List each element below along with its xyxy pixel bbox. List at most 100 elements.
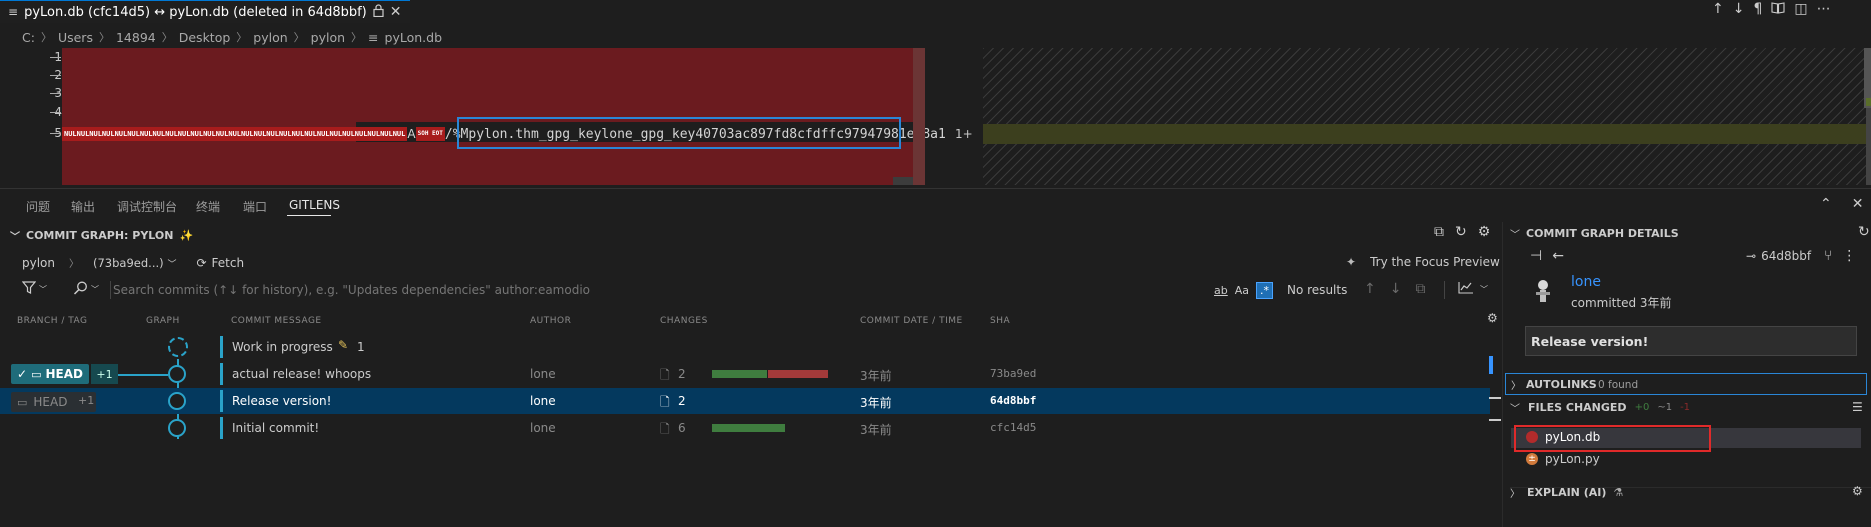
chevron-up-icon[interactable]: ⌃ bbox=[1820, 196, 1832, 212]
show-whitespace-icon[interactable]: ¶ bbox=[1753, 1, 1762, 18]
left-horizontal-scroll-thumb[interactable] bbox=[893, 177, 913, 185]
breadcrumb-item[interactable]: Desktop bbox=[179, 30, 231, 45]
chevron-down-icon: ﹀ bbox=[1480, 284, 1488, 294]
search-commits-input[interactable] bbox=[113, 281, 1193, 299]
filter-icon bbox=[21, 281, 37, 297]
commit-graph-header[interactable]: ﹀ COMMIT GRAPH: PYLON ✨ bbox=[10, 226, 193, 244]
graph-toolbar: pylon 〉 (73ba9ed...) ﹀ ⟳ Fetch bbox=[22, 255, 244, 271]
split-editor-icon[interactable]: ◫ bbox=[1794, 1, 1807, 18]
branch-label: (73ba9ed...) bbox=[93, 255, 164, 270]
graph-minimap-toggle[interactable]: ﹀ bbox=[1458, 281, 1488, 297]
avatar[interactable] bbox=[1532, 278, 1554, 304]
breadcrumb-item[interactable]: pylon bbox=[311, 30, 345, 45]
head-branch-badge[interactable]: ✓ ▭ HEAD bbox=[11, 364, 89, 384]
arrow-up-icon[interactable]: ↑ bbox=[1364, 281, 1376, 297]
editor-tab[interactable]: ≡ pyLon.db (cfc14d5) ↔ pyLon.db (deleted… bbox=[0, 0, 410, 23]
explain-section-header[interactable]: 〉 EXPLAIN (AI) ⚗ bbox=[1510, 485, 1623, 500]
tab-gitlens[interactable]: GITLENS bbox=[289, 198, 340, 212]
column-settings-gear-icon[interactable]: ⚙ bbox=[1487, 311, 1498, 325]
column-header-changes[interactable]: CHANGES bbox=[660, 316, 708, 326]
column-header-branch[interactable]: BRANCH / TAG bbox=[17, 316, 88, 326]
breadcrumb-item[interactable]: 14894 bbox=[116, 30, 156, 45]
commit-row[interactable]: Initial commit! lone 🗋 6 3年前 cfc14d5 bbox=[0, 415, 1490, 441]
more-vertical-icon[interactable]: ⋮ bbox=[1842, 248, 1856, 264]
column-header-author[interactable]: AUTHOR bbox=[530, 316, 571, 326]
file-item[interactable]: ± pyLon.py bbox=[1526, 452, 1600, 466]
column-header-sha[interactable]: SHA bbox=[990, 316, 1010, 326]
column-header-date[interactable]: COMMIT DATE / TIME bbox=[860, 316, 963, 326]
pin-icon[interactable]: ⊣ bbox=[1530, 248, 1542, 264]
commit-message: Initial commit! bbox=[232, 421, 320, 435]
more-actions-icon[interactable]: ⋯ bbox=[1817, 1, 1831, 18]
row-accent bbox=[220, 336, 223, 358]
files-changed-header[interactable]: ﹀ FILES CHANGED +0 ~1 -1 bbox=[1510, 400, 1690, 415]
details-message: Release version! bbox=[1531, 334, 1649, 349]
head-plus-badge[interactable]: +1 bbox=[78, 394, 94, 407]
autolinks-section-header[interactable]: 〉 AUTOLINKS 0 found bbox=[1505, 373, 1867, 395]
repo-selector[interactable]: pylon bbox=[22, 256, 55, 270]
focus-preview-label: Try the Focus Preview bbox=[1370, 255, 1500, 269]
gear-icon[interactable]: ⚙ bbox=[1478, 224, 1491, 240]
commit-row-selected[interactable]: ▭ HEAD +1 Release version! lone 🗋 2 3年前 … bbox=[0, 388, 1490, 414]
search-mode-dropdown[interactable]: ﹀ bbox=[73, 281, 99, 298]
arrow-down-icon[interactable]: ↓ bbox=[1390, 281, 1402, 297]
filter-dropdown[interactable]: ﹀ bbox=[21, 281, 47, 297]
tab-output[interactable]: 输出 bbox=[71, 198, 95, 215]
arrow-left-icon[interactable]: ← bbox=[1552, 248, 1564, 264]
focus-preview-link[interactable]: ✦ Try the Focus Preview bbox=[1346, 255, 1500, 269]
deleted-line-marker bbox=[50, 57, 61, 58]
gear-icon[interactable]: ⚙ bbox=[1852, 484, 1863, 498]
breadcrumb-item[interactable]: pylon bbox=[253, 30, 287, 45]
chevron-right-icon: 〉 bbox=[351, 31, 363, 44]
diff-right-added-line bbox=[983, 124, 1868, 144]
graph-scroll-marker bbox=[1489, 397, 1501, 399]
tab-debug-console[interactable]: 调试控制台 bbox=[117, 198, 177, 215]
commit-sha-link[interactable]: ⊸ 64d8bbf bbox=[1746, 249, 1811, 263]
commit-message: Release version! bbox=[232, 394, 332, 408]
tab-problems[interactable]: 问题 bbox=[26, 198, 50, 215]
commit-date: 3年前 bbox=[860, 369, 892, 383]
code-char: A bbox=[407, 127, 416, 141]
breadcrumb: C: 〉 Users 〉 14894 〉 Desktop 〉 pylon 〉 pylon 〉… bbox=[22, 28, 442, 46]
commit-graph-title: COMMIT GRAPH: PYLON bbox=[26, 228, 174, 242]
fetch-button[interactable]: ⟳ Fetch bbox=[196, 256, 244, 270]
changes-bar-add bbox=[712, 370, 767, 378]
column-header-graph[interactable]: GRAPH bbox=[146, 316, 180, 326]
regex-toggle[interactable]: .* bbox=[1256, 282, 1273, 299]
graph-header-actions: ⧉ ↻ ⚙ bbox=[1434, 224, 1490, 240]
next-change-icon[interactable]: ↓ bbox=[1733, 1, 1745, 18]
details-header[interactable]: ﹀ COMMIT GRAPH DETAILS bbox=[1510, 226, 1679, 241]
files-changed-label: FILES CHANGED bbox=[1528, 401, 1627, 414]
breadcrumb-item[interactable]: Users bbox=[58, 30, 93, 45]
open-book-icon[interactable] bbox=[1771, 1, 1785, 18]
head-plus-badge[interactable]: +1 bbox=[91, 364, 118, 384]
graph-scroll-marker bbox=[1489, 419, 1501, 421]
changes-bar-del bbox=[768, 370, 828, 378]
breadcrumb-item[interactable]: C: bbox=[22, 30, 35, 45]
refresh-icon[interactable]: ↻ bbox=[1455, 224, 1467, 240]
previous-change-icon[interactable]: ↑ bbox=[1712, 1, 1724, 18]
close-panel-icon[interactable]: ✕ bbox=[1852, 196, 1864, 212]
changed-files-count: 2 bbox=[678, 367, 686, 381]
match-word-toggle[interactable]: ab bbox=[1214, 284, 1228, 297]
open-results-icon[interactable]: ⧉ bbox=[1415, 281, 1425, 297]
refresh-icon[interactable]: ↻ bbox=[1858, 224, 1870, 240]
column-header-message[interactable]: COMMIT MESSAGE bbox=[231, 316, 322, 326]
commit-row[interactable]: ✓ ▭ HEAD +1 actual release! whoops lone … bbox=[0, 361, 1490, 387]
changed-files-count: 6 bbox=[678, 421, 686, 435]
branch-graph-icon[interactable]: ⑂ bbox=[1824, 248, 1832, 264]
details-author[interactable]: lone bbox=[1571, 274, 1601, 290]
checkmark-icon: ✓ bbox=[17, 367, 28, 381]
panel-divider[interactable] bbox=[1502, 222, 1503, 527]
breadcrumb-item[interactable]: pyLon.db bbox=[385, 30, 443, 45]
open-external-icon[interactable]: ⧉ bbox=[1434, 224, 1444, 240]
search-results-status: No results bbox=[1287, 283, 1348, 297]
match-case-toggle[interactable]: Aa bbox=[1235, 284, 1249, 297]
tab-ports[interactable]: 端口 bbox=[243, 198, 267, 215]
branch-selector[interactable]: (73ba9ed...) ﹀ bbox=[93, 256, 176, 270]
wip-row[interactable]: Work in progress ✎ 1 bbox=[0, 334, 1490, 360]
list-view-icon[interactable]: ☰ bbox=[1852, 400, 1863, 414]
close-icon[interactable]: ✕ bbox=[390, 4, 402, 20]
tab-terminal[interactable]: 终端 bbox=[196, 198, 220, 215]
left-scrollbar[interactable] bbox=[913, 48, 925, 185]
